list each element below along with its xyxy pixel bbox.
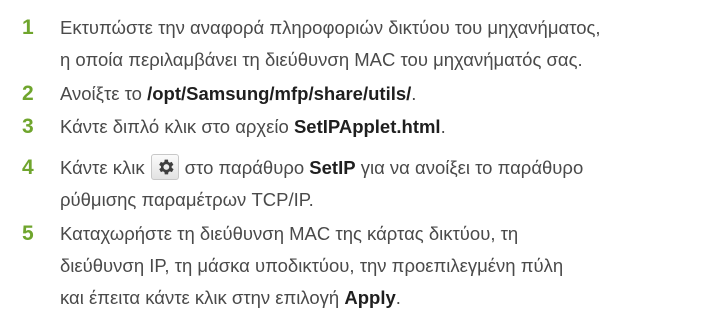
window-name: SetIP <box>309 157 356 178</box>
step-number: 5 <box>22 222 34 245</box>
step-text-mid: στο παράθυρο <box>184 157 310 178</box>
step-number: 2 <box>22 82 34 105</box>
step-text-post: . <box>395 287 401 308</box>
step-text-pre: Ανοίξτε το <box>60 83 148 104</box>
file-name: SetIPApplet.html <box>293 116 441 137</box>
step-number: 3 <box>22 115 34 138</box>
step-text-post: για να ανοίξει το παράθυρο <box>355 157 584 178</box>
step-text: Κάντε κλικ στο παράθυρο SetIP για να ανοί… <box>60 152 720 216</box>
step-line: Κάντε κλικ στο παράθυρο SetIP για να ανοί… <box>60 152 720 184</box>
step-line: Καταχωρήστε τη διεύθυνση MAC της κάρτας … <box>60 223 519 244</box>
settings-button[interactable] <box>150 154 179 181</box>
step-text-pre: Κάντε διπλό κλικ στο αρχείο <box>60 116 294 137</box>
gear-icon <box>158 159 174 175</box>
apply-option: Apply <box>344 287 396 308</box>
step-text: Καταχωρήστε τη διεύθυνση MAC της κάρτας … <box>60 218 720 314</box>
step-text-pre: και έπειτα κάντε κλικ στην επιλογή <box>60 287 345 308</box>
step-text: Κάντε διπλό κλικ στο αρχείο SetIPApplet.… <box>60 111 720 143</box>
step-line: και έπειτα κάντε κλικ στην επιλογή Apply… <box>60 282 720 314</box>
step-number: 1 <box>22 16 34 39</box>
step-line: ρύθμισης παραμέτρων TCP/IP. <box>60 189 314 210</box>
step-text-post: . <box>440 116 446 137</box>
step-text-pre: Κάντε κλικ <box>60 157 145 178</box>
step-line: η οποία περιλαμβάνει τη διεύθυνση MAC το… <box>60 49 583 70</box>
step-text-post: . <box>411 83 417 104</box>
folder-path: /opt/Samsung/mfp/share/utils/ <box>147 83 412 104</box>
step-line: διεύθυνση IP, τη μάσκα υποδικτύου, την π… <box>60 255 564 276</box>
step-number: 4 <box>22 156 34 179</box>
step-text: Εκτυπώστε την αναφορά πληροφοριών δικτύο… <box>60 12 720 76</box>
step-text: Ανοίξτε το /opt/Samsung/mfp/share/utils/… <box>60 78 720 110</box>
step-line: Εκτυπώστε την αναφορά πληροφοριών δικτύο… <box>60 17 601 38</box>
